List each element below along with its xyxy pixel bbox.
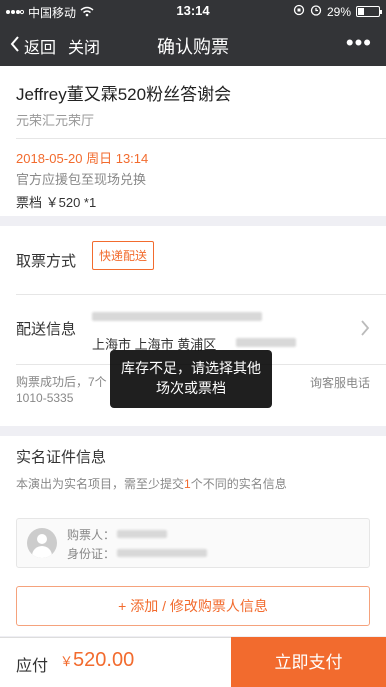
redacted-recipient (92, 312, 262, 321)
redacted-buyer-name (117, 530, 167, 538)
status-bar: 中国移动 13:14 29% (0, 0, 386, 22)
pickup-note: 官方应援包至现场兑换 (16, 172, 147, 187)
more-menu-button[interactable]: ••• (346, 30, 372, 56)
status-right: 29% (293, 4, 382, 19)
pickup-method-label: 取票方式 (16, 253, 77, 270)
amount-value: 520.00 (73, 649, 135, 671)
realname-card: 实名证件信息 本演出为实名项目，需至少提交1个不同的实名信息 购票人： 身份证：… (0, 436, 386, 636)
buyer-name-label: 购票人： (67, 528, 116, 542)
nav-bar: 返回 关闭 确认购票 ••• (0, 22, 386, 66)
avatar (27, 528, 57, 558)
realname-title: 实名证件信息 (16, 449, 107, 466)
delivery-method-option[interactable]: 快递配送 (92, 241, 155, 270)
realname-desc-suffix: 个不同的实名信息 (190, 477, 287, 491)
delivery-note-tail: 询客服电话 (309, 376, 370, 390)
total-amount: ￥520.00 (60, 649, 134, 672)
delivery-info-label: 配送信息 (16, 321, 77, 338)
session-date: 2018-05-20 周日 13:14 (16, 151, 149, 166)
edit-buyer-button[interactable]: + 添加 / 修改购票人信息 (16, 586, 370, 626)
chevron-right-icon[interactable] (360, 320, 370, 341)
ticket-price: 票档 ￥520 *1 (16, 195, 97, 210)
divider (16, 138, 386, 139)
realname-desc-prefix: 本演出为实名项目，需至少提交 (16, 477, 185, 491)
orientation-lock-icon (293, 4, 305, 19)
battery-percent: 29% (326, 4, 351, 19)
event-venue: 元荣汇元荣厅 (16, 113, 95, 128)
buyer-id-label: 身份证： (67, 547, 116, 561)
stock-toast: 库存不足，请选择其他场次或票档 (110, 350, 272, 408)
alarm-icon (310, 4, 322, 19)
divider (16, 294, 386, 295)
page-title: 确认购票 (157, 37, 229, 57)
currency-symbol: ￥ (60, 654, 74, 669)
bottom-bar: 应付 ￥520.00 立即支付 (0, 637, 386, 687)
redacted-buyer-id (117, 549, 207, 557)
realname-desc-count: 1 (184, 477, 191, 491)
pay-now-button[interactable]: 立即支付 (231, 637, 386, 687)
event-card: Jeffrey董又霖520粉丝答谢会 元荣汇元荣厅 2018-05-20 周日 … (0, 66, 386, 216)
battery-fill (358, 8, 365, 15)
realname-desc: 本演出为实名项目，需至少提交1个不同的实名信息 (16, 475, 287, 492)
battery-icon (356, 6, 382, 17)
buyer-card[interactable]: 购票人： 身份证： (16, 518, 370, 568)
event-title: Jeffrey董又霖520粉丝答谢会 (16, 85, 232, 104)
redacted-address (236, 338, 296, 347)
total-label: 应付 (16, 658, 49, 675)
